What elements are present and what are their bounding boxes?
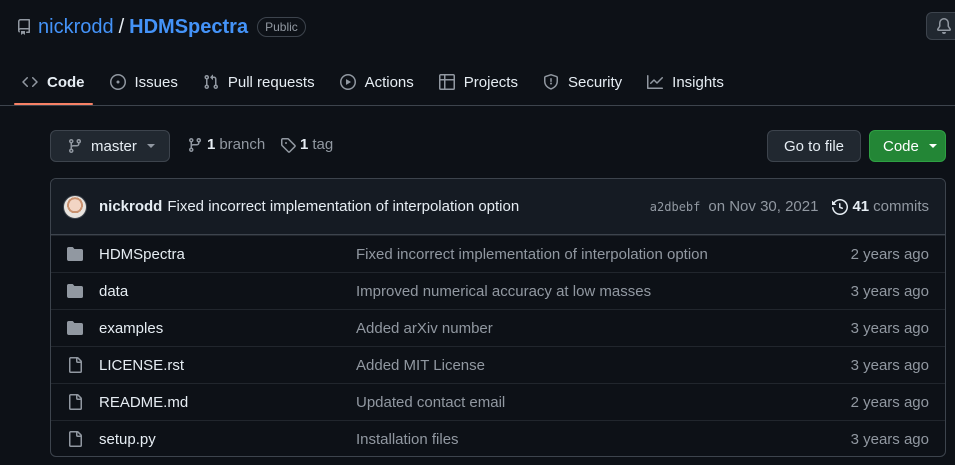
branch-select-button[interactable]: master — [50, 130, 170, 162]
git-branch-icon — [67, 138, 83, 154]
file-age: 3 years ago — [850, 356, 929, 374]
commit-count: 41 — [852, 198, 870, 215]
play-icon — [339, 74, 356, 90]
repo-nav-tabs: Code Issues Pull requests Actions Projec… — [14, 64, 741, 106]
latest-commit-bar: nickrodd Fixed incorrect implementation … — [51, 179, 945, 235]
repo-owner-link[interactable]: nickrodd — [38, 16, 114, 39]
file-row[interactable]: LICENSE.rst Added MIT License 3 years ag… — [51, 346, 945, 383]
tab-actions[interactable]: Actions — [332, 64, 422, 100]
commit-history-link[interactable]: 41 commits — [832, 198, 929, 215]
tab-label: Issues — [134, 73, 178, 91]
file-icon — [67, 431, 83, 447]
tab-label: Insights — [672, 73, 724, 91]
file-age: 2 years ago — [850, 245, 929, 263]
branches-link[interactable]: 1 branch — [187, 136, 265, 153]
commit-sha-link[interactable]: a2dbebf — [650, 200, 701, 214]
tag-count-label: tag — [312, 136, 334, 153]
file-row[interactable]: HDMSpectra Fixed incorrect implementatio… — [51, 235, 945, 272]
tab-label: Pull requests — [227, 73, 315, 91]
graph-icon — [647, 74, 664, 90]
pull-request-icon — [203, 74, 219, 90]
branch-count: 1 — [207, 136, 216, 153]
tab-label: Code — [47, 73, 85, 91]
file-icon — [67, 394, 83, 410]
folder-icon — [67, 246, 83, 262]
path-separator: / — [118, 15, 125, 38]
folder-icon — [67, 283, 83, 299]
avatar[interactable] — [63, 194, 87, 219]
file-commit-message-link[interactable]: Fixed incorrect implementation of interp… — [356, 246, 851, 263]
commit-meta: a2dbebf on Nov 30, 2021 41 commits — [650, 198, 929, 215]
tab-projects[interactable]: Projects — [431, 64, 526, 100]
tab-security[interactable]: Security — [535, 64, 630, 100]
file-commit-message-link[interactable]: Added MIT License — [356, 357, 851, 374]
tab-label: Security — [567, 73, 623, 91]
chevron-down-icon — [146, 144, 155, 148]
branch-count-label: branch — [219, 136, 266, 153]
file-name-link[interactable]: setup.py — [99, 431, 356, 448]
tag-count: 1 — [300, 136, 309, 153]
file-name-link[interactable]: HDMSpectra — [99, 246, 356, 263]
file-row[interactable]: examples Added arXiv number 3 years ago — [51, 309, 945, 346]
file-browser: nickrodd Fixed incorrect implementation … — [50, 178, 946, 457]
file-icon — [67, 357, 83, 373]
commit-count-label: commits — [873, 198, 929, 215]
code-dropdown-button[interactable]: Code — [869, 130, 946, 162]
tags-link[interactable]: 1 tag — [280, 136, 333, 153]
file-commit-message-link[interactable]: Updated contact email — [356, 394, 851, 411]
file-name-link[interactable]: examples — [99, 320, 356, 337]
tab-label: Projects — [463, 73, 518, 91]
file-row[interactable]: setup.py Installation files 3 years ago — [51, 420, 945, 456]
notifications-button[interactable] — [926, 12, 955, 40]
commit-message-link[interactable]: Fixed incorrect implementation of interp… — [167, 198, 519, 215]
tab-code[interactable]: Code — [14, 64, 93, 105]
file-age: 3 years ago — [850, 319, 929, 337]
bell-icon — [936, 18, 952, 34]
file-commit-message-link[interactable]: Improved numerical accuracy at low masse… — [356, 283, 851, 300]
file-age: 3 years ago — [850, 430, 929, 448]
repo-icon — [16, 19, 32, 35]
history-icon — [832, 198, 849, 215]
shield-icon — [543, 74, 559, 90]
commit-date: on Nov 30, 2021 — [708, 198, 819, 215]
file-name-link[interactable]: data — [99, 283, 356, 300]
table-icon — [438, 74, 455, 90]
visibility-badge: Public — [257, 17, 306, 37]
tab-issues[interactable]: Issues — [102, 64, 186, 100]
file-age: 3 years ago — [850, 282, 929, 300]
tabs-divider — [0, 105, 955, 106]
code-button-label: Code — [883, 137, 919, 155]
file-commit-message-link[interactable]: Installation files — [356, 431, 851, 448]
file-commit-message-link[interactable]: Added arXiv number — [356, 320, 851, 337]
tab-label: Actions — [364, 73, 414, 91]
file-row[interactable]: README.md Updated contact email 2 years … — [51, 383, 945, 420]
git-branch-icon — [187, 137, 203, 153]
tab-insights[interactable]: Insights — [639, 64, 732, 100]
issue-icon — [109, 74, 126, 90]
repo-name-link[interactable]: HDMSpectra — [129, 16, 248, 39]
tag-icon — [280, 137, 296, 153]
go-to-file-button[interactable]: Go to file — [767, 130, 861, 162]
chevron-down-icon — [928, 144, 937, 148]
file-age: 2 years ago — [850, 393, 929, 411]
file-name-link[interactable]: LICENSE.rst — [99, 357, 356, 374]
folder-icon — [67, 320, 83, 336]
repo-header: nickrodd / HDMSpectra Public — [16, 14, 306, 40]
code-icon — [22, 74, 38, 90]
branch-name: master — [91, 137, 137, 155]
tab-pull-requests[interactable]: Pull requests — [195, 64, 323, 100]
file-name-link[interactable]: README.md — [99, 394, 356, 411]
commit-author-link[interactable]: nickrodd — [99, 198, 162, 215]
file-row[interactable]: data Improved numerical accuracy at low … — [51, 272, 945, 309]
